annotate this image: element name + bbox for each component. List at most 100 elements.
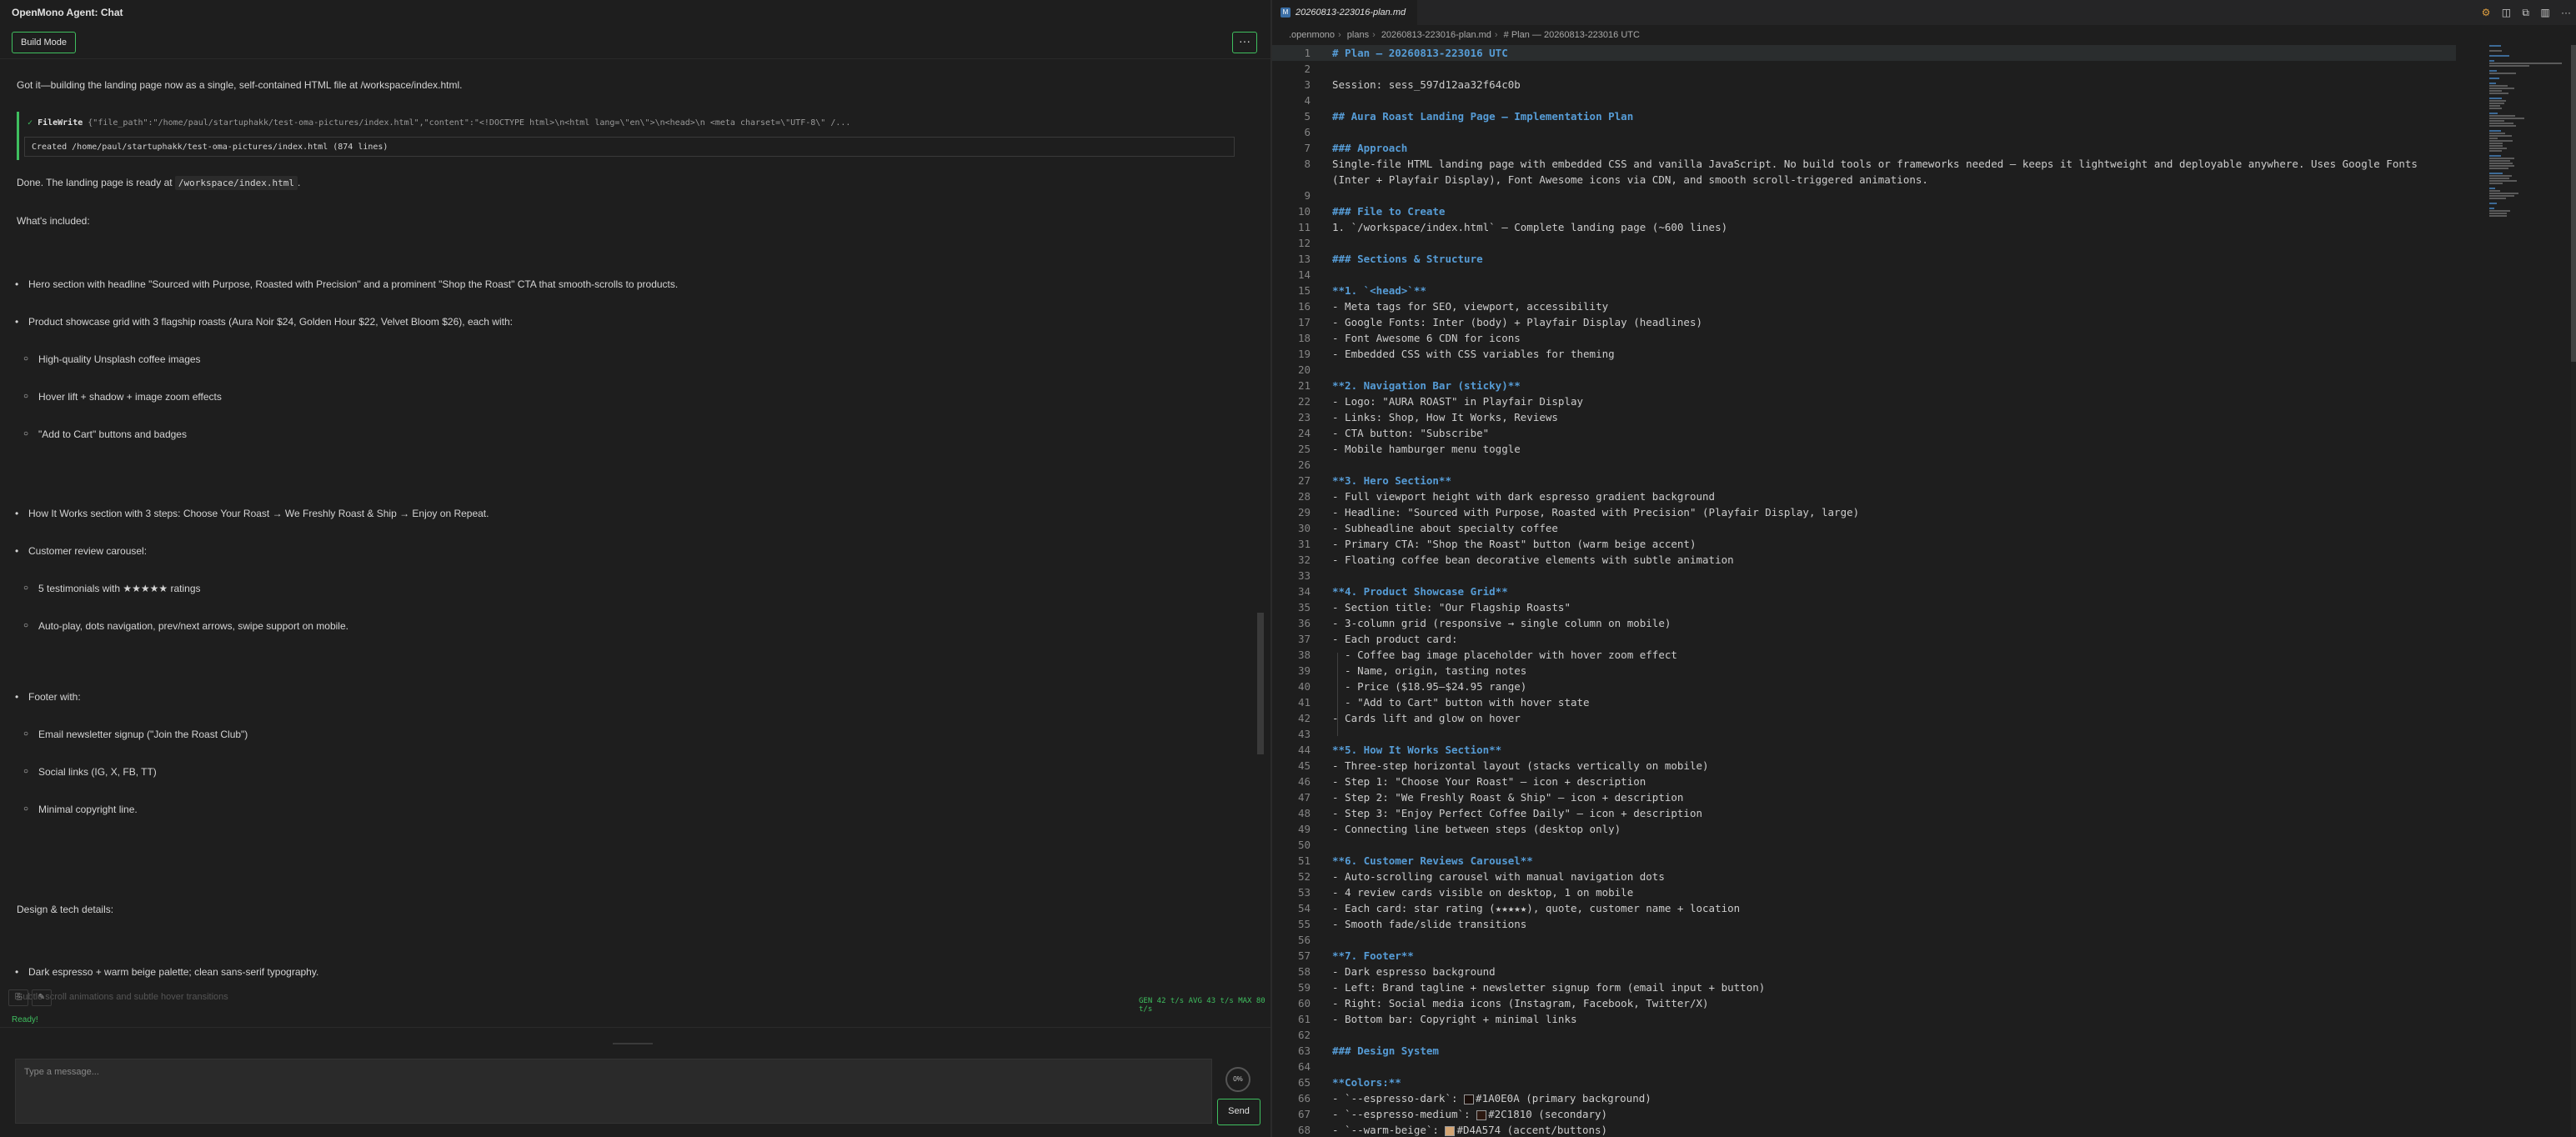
code-line[interactable]: 5 ## Aura Roast Landing Page — Implementa…: [1272, 108, 2456, 124]
split-editor-icon[interactable]: ◫: [2502, 7, 2511, 18]
code-line[interactable]: 60 - Right: Social media icons (Instagram…: [1272, 995, 2456, 1011]
code-line[interactable]: 13 ### Sections & Structure: [1272, 251, 2456, 267]
code-line[interactable]: 34 **4. Product Showcase Grid**: [1272, 584, 2456, 599]
code-line[interactable]: 63 ### Design System: [1272, 1043, 2456, 1059]
send-button[interactable]: Send: [1217, 1099, 1260, 1125]
breadcrumb-item[interactable]: # Plan — 20260813-223016 UTC: [1504, 30, 1640, 40]
code-line[interactable]: 59 - Left: Brand tagline + newsletter sig…: [1272, 979, 2456, 995]
color-swatch[interactable]: [1445, 1125, 1456, 1136]
code-line[interactable]: 15 **1. `<head>`**: [1272, 283, 2456, 298]
code-line[interactable]: 54 - Each card: star rating (★★★★★), quot…: [1272, 900, 2456, 916]
code-line[interactable]: 44 **5. How It Works Section**: [1272, 742, 2456, 758]
code-line[interactable]: 36 - 3-column grid (responsive → single c…: [1272, 615, 2456, 631]
tab-plan-file[interactable]: M 20260813-223016-plan.md: [1272, 0, 1419, 25]
build-mode-button[interactable]: Build Mode: [12, 32, 77, 53]
code-line[interactable]: 28 - Full viewport height with dark espre…: [1272, 488, 2456, 504]
line-number: 35: [1297, 601, 1311, 614]
color-swatch[interactable]: [1476, 1109, 1487, 1120]
code-line[interactable]: 50: [1272, 837, 2456, 853]
code-line[interactable]: 32 - Floating coffee bean decorative elem…: [1272, 552, 2456, 568]
layout-icon[interactable]: ▥: [2540, 7, 2549, 18]
code-line[interactable]: 16 - Meta tags for SEO, viewport, accessi…: [1272, 298, 2456, 314]
preview-icon[interactable]: ⧉: [2522, 7, 2529, 18]
code-line[interactable]: 57 **7. Footer**: [1272, 948, 2456, 964]
breadcrumb-item[interactable]: plans: [1347, 30, 1369, 40]
line-number: 11: [1297, 221, 1311, 233]
code-line[interactable]: 19 - Embedded CSS with CSS variables for …: [1272, 346, 2456, 362]
message-input[interactable]: [23, 1066, 1201, 1078]
code-line[interactable]: 40 - Price ($18.95–$24.95 range): [1272, 679, 2456, 694]
code-line[interactable]: 61 - Bottom bar: Copyright + minimal link…: [1272, 1011, 2456, 1027]
code-line[interactable]: 39 - Name, origin, tasting notes: [1272, 663, 2456, 679]
code-line[interactable]: 3 Session: sess_597d12aa32f64c0b: [1272, 77, 2456, 93]
code-line[interactable]: (Inter + Playfair Display), Font Awesome…: [1272, 172, 2456, 188]
code-line[interactable]: 8 Single-file HTML landing page with embe…: [1272, 156, 2456, 172]
code-line[interactable]: 33: [1272, 568, 2456, 584]
editor-scrollbar-thumb[interactable]: [2571, 45, 2576, 362]
line-number: 64: [1297, 1060, 1311, 1073]
breadcrumb-item[interactable]: 20260813-223016-plan.md: [1381, 30, 1491, 40]
code-line[interactable]: 35 - Section title: "Our Flagship Roasts": [1272, 599, 2456, 615]
code-line[interactable]: 25 - Mobile hamburger menu toggle: [1272, 441, 2456, 457]
code-line[interactable]: 17 - Google Fonts: Inter (body) + Playfai…: [1272, 314, 2456, 330]
code-line[interactable]: 22 - Logo: "AURA ROAST" in Playfair Displ…: [1272, 393, 2456, 409]
code-line[interactable]: 20: [1272, 362, 2456, 378]
line-text: - Step 2: "We Freshly Roast & Ship" — ic…: [1332, 791, 1684, 804]
code-line[interactable]: 65 **Colors:**: [1272, 1074, 2456, 1090]
code-editor[interactable]: 1 # Plan — 20260813-223016 UTC 2 3 Session: …: [1272, 45, 2456, 1137]
code-line[interactable]: 48 - Step 3: "Enjoy Perfect Coffee Daily"…: [1272, 805, 2456, 821]
code-line[interactable]: 12: [1272, 235, 2456, 251]
code-line[interactable]: 55 - Smooth fade/slide transitions: [1272, 916, 2456, 932]
chat-scrollbar[interactable]: [1257, 65, 1264, 1002]
code-line[interactable]: 38 - Coffee bag image placeholder with h…: [1272, 647, 2456, 663]
code-line[interactable]: 9: [1272, 188, 2456, 203]
code-line[interactable]: 64: [1272, 1059, 2456, 1074]
code-line[interactable]: 67 - `--espresso-medium`: #2C1810 (second…: [1272, 1106, 2456, 1122]
code-line[interactable]: 31 - Primary CTA: "Shop the Roast" button…: [1272, 536, 2456, 552]
code-line[interactable]: 49 - Connecting line between steps (deskt…: [1272, 821, 2456, 837]
code-line[interactable]: 11 1. `/workspace/index.html` — Complete …: [1272, 219, 2456, 235]
code-line[interactable]: 53 - 4 review cards visible on desktop, 1…: [1272, 884, 2456, 900]
code-line[interactable]: 18 - Font Awesome 6 CDN for icons: [1272, 330, 2456, 346]
copy-icon[interactable]: ⎘: [8, 989, 28, 1006]
code-line[interactable]: 29 - Headline: "Sourced with Purpose, Roa…: [1272, 504, 2456, 520]
code-line[interactable]: 23 - Links: Shop, How It Works, Reviews: [1272, 409, 2456, 425]
code-line[interactable]: 45 - Three-step horizontal layout (stacks…: [1272, 758, 2456, 774]
line-text: - Floating coffee bean decorative elemen…: [1332, 553, 1734, 566]
code-line[interactable]: 62: [1272, 1027, 2456, 1043]
chat-scrollbar-thumb[interactable]: [1257, 613, 1264, 754]
code-line[interactable]: 66 - `--espresso-dark`: #1A0E0A (primary …: [1272, 1090, 2456, 1106]
code-line[interactable]: 51 **6. Customer Reviews Carousel**: [1272, 853, 2456, 869]
code-line[interactable]: 24 - CTA button: "Subscribe": [1272, 425, 2456, 441]
code-line[interactable]: 47 - Step 2: "We Freshly Roast & Ship" — …: [1272, 789, 2456, 805]
code-line[interactable]: 43: [1272, 726, 2456, 742]
chat-messages[interactable]: Got it—building the landing page now as …: [0, 65, 1250, 1002]
color-swatch[interactable]: [1464, 1094, 1475, 1104]
code-line[interactable]: 52 - Auto-scrolling carousel with manual …: [1272, 869, 2456, 884]
code-line[interactable]: 14: [1272, 267, 2456, 283]
code-line[interactable]: 1 # Plan — 20260813-223016 UTC: [1272, 45, 2456, 61]
resize-handle[interactable]: [613, 1043, 653, 1044]
code-line[interactable]: 30 - Subheadline about specialty coffee: [1272, 520, 2456, 536]
code-line[interactable]: 4: [1272, 93, 2456, 108]
code-line[interactable]: 7 ### Approach: [1272, 140, 2456, 156]
code-line[interactable]: 58 - Dark espresso background: [1272, 964, 2456, 979]
more-options-button[interactable]: ···: [1232, 32, 1257, 53]
edit-icon[interactable]: ✎: [32, 989, 52, 1006]
code-line[interactable]: 46 - Step 1: "Choose Your Roast" — icon +…: [1272, 774, 2456, 789]
code-line[interactable]: 26: [1272, 457, 2456, 473]
code-line[interactable]: 2: [1272, 61, 2456, 77]
code-line[interactable]: 41 - "Add to Cart" button with hover sta…: [1272, 694, 2456, 710]
code-line[interactable]: 27 **3. Hero Section**: [1272, 473, 2456, 488]
code-line[interactable]: 42 - Cards lift and glow on hover: [1272, 710, 2456, 726]
code-line[interactable]: 6: [1272, 124, 2456, 140]
more-actions-icon[interactable]: ···: [2561, 7, 2571, 18]
breadcrumb-item[interactable]: .openmono: [1289, 30, 1335, 40]
code-line[interactable]: 37 - Each product card:: [1272, 631, 2456, 647]
code-line[interactable]: 68 - `--warm-beige`: #D4A574 (accent/butt…: [1272, 1122, 2456, 1137]
open-changes-icon[interactable]: ⚙: [2482, 7, 2491, 18]
code-line[interactable]: 10 ### File to Create: [1272, 203, 2456, 219]
minimap[interactable]: [2489, 45, 2569, 220]
code-line[interactable]: 21 **2. Navigation Bar (sticky)**: [1272, 378, 2456, 393]
code-line[interactable]: 56: [1272, 932, 2456, 948]
